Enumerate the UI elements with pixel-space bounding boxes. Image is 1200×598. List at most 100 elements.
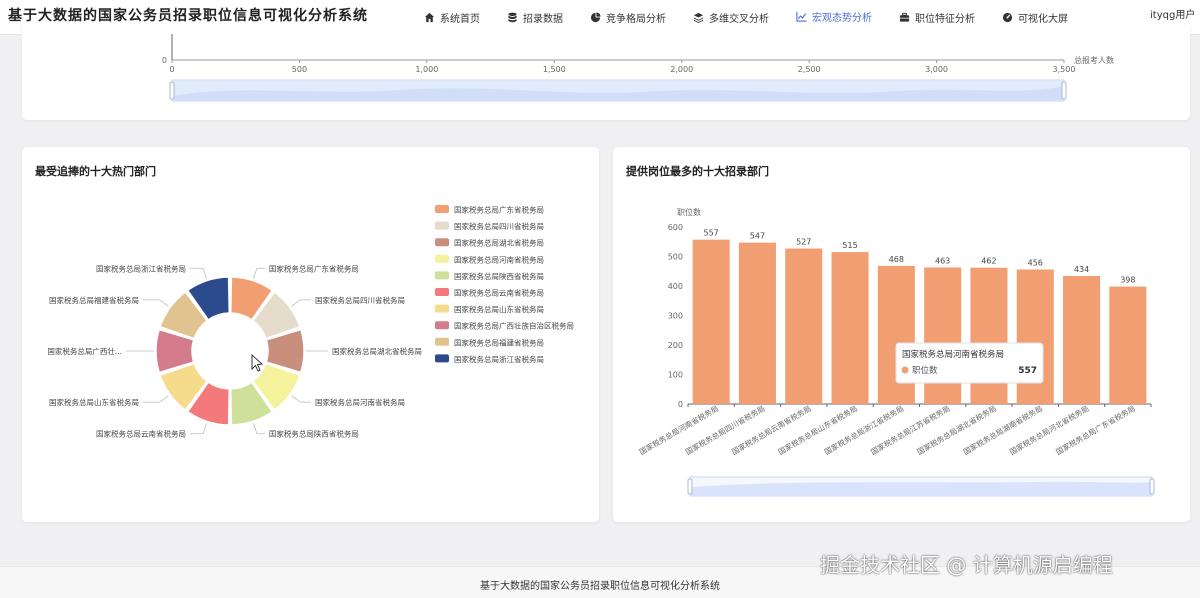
- legend-label: 国家税务总局四川省税务局: [454, 221, 544, 231]
- datazoom-slider[interactable]: [687, 476, 1155, 497]
- bar[interactable]: [785, 248, 823, 404]
- legend-item[interactable]: 国家税务总局浙江省税务局: [435, 354, 544, 364]
- legend-label: 国家税务总局河南省税务局: [454, 254, 544, 264]
- bar[interactable]: [1016, 269, 1054, 404]
- callout-label: 国家税务总局云南省税务局: [96, 429, 186, 439]
- legend-swatch: [435, 337, 449, 346]
- callout-label: 国家税务总局陕西省税务局: [269, 429, 359, 439]
- hot-departments-card: 最受追捧的十大热门部门 国家税务总局广东省税务局 国家税务总局四川省税务局 国家税务…: [22, 147, 599, 522]
- bar[interactable]: [738, 242, 776, 404]
- mouse-cursor-icon: [251, 353, 264, 372]
- y-tick-label: 100: [668, 371, 683, 380]
- y-tick-label: 0: [678, 400, 683, 409]
- legend-item[interactable]: 国家税务总局云南省税务局: [435, 288, 544, 298]
- legend-item[interactable]: 国家税务总局河南省税务局: [435, 254, 544, 264]
- bar-value-label: 527: [796, 238, 811, 247]
- x-tick-label: 国家税务总局广东省税务局: [1054, 403, 1137, 457]
- x-tick-label: 国家税务总局云南省税务局: [730, 403, 813, 457]
- top-recruiting-departments-bar-chart: 职位数 0 100 200 300 400 500 600 557 547 527 515 468 4…: [637, 207, 1155, 497]
- bar[interactable]: [970, 267, 1008, 404]
- x-tick-labels: 0 500 1,000 1,500 2,000 2,500 3,000 3,500: [169, 60, 1075, 74]
- x-tick-label: 500: [292, 65, 307, 74]
- x-tick-label: 国家税务总局湖北省税务局: [915, 403, 998, 457]
- nav-label: 招录数据: [523, 13, 563, 25]
- datazoom-left-handle[interactable]: [169, 81, 175, 100]
- callout-line: [291, 395, 311, 403]
- nav-label: 竞争格局分析: [606, 13, 666, 25]
- line-chart-icon: [796, 11, 807, 22]
- callout-label: 国家税务总局湖北省税务局: [332, 346, 422, 356]
- bar[interactable]: [831, 252, 869, 404]
- y-tick-label: 500: [668, 253, 683, 262]
- x-tick-label: 国家税务总局江苏省税务局: [869, 403, 952, 457]
- watermark: 掘金技术社区 @ 计算机源启编程: [820, 553, 1113, 577]
- tooltip: 国家税务总局河南省税务局 职位数 557: [895, 342, 1044, 384]
- bar-value-label: 468: [889, 255, 904, 264]
- y-axis-name: 职位数: [677, 207, 701, 217]
- datazoom-left-handle[interactable]: [687, 478, 693, 495]
- legend-swatch: [435, 321, 449, 330]
- y-tick-labels: 0 100 200 300 400 500 600: [668, 223, 683, 409]
- bar[interactable]: [1063, 275, 1101, 404]
- nav-label: 宏观态势分析: [812, 12, 872, 24]
- datazoom-right-handle[interactable]: [1149, 478, 1155, 495]
- x-tick-label: 3,000: [925, 65, 948, 74]
- x-tick-labels: 国家税务总局河南省税务局国家税务总局四川省税务局国家税务总局云南省税务局国家税务…: [637, 403, 1152, 457]
- callout-line: [291, 299, 311, 307]
- bar[interactable]: [1109, 286, 1147, 404]
- tooltip-series-name: 职位数: [912, 365, 938, 376]
- legend-swatch: [435, 221, 449, 230]
- legend-swatch: [435, 205, 449, 213]
- tooltip-value: 557: [1018, 366, 1037, 376]
- legend-label: 国家税务总局福建省税务局: [454, 337, 544, 347]
- nav-label: 系统首页: [440, 13, 480, 25]
- callout-label: 国家税务总局广西壮...: [47, 346, 122, 356]
- legend-label: 国家税务总局浙江省税务局: [454, 354, 544, 364]
- pie-chart-icon: [590, 11, 601, 23]
- briefcase-icon: [899, 12, 910, 23]
- datazoom-slider[interactable]: [169, 79, 1067, 102]
- layers-icon: [693, 12, 704, 23]
- dashboard-icon: [1002, 12, 1013, 23]
- legend-label: 国家税务总局广东省税务局: [454, 205, 544, 215]
- legend-item[interactable]: 国家税务总局山东省税务局: [435, 304, 544, 314]
- legend-item[interactable]: 国家税务总局湖北省税务局: [435, 238, 544, 248]
- callout-label: 国家税务总局浙江省税务局: [96, 263, 186, 273]
- datazoom-right-handle[interactable]: [1061, 81, 1067, 100]
- callout-label: 国家税务总局河南省税务局: [315, 397, 405, 407]
- callout-label: 国家税务总局四川省税务局: [315, 295, 405, 305]
- legend-swatch: [435, 304, 449, 313]
- bar-value-label: 515: [842, 241, 857, 250]
- callout-line: [143, 299, 169, 307]
- legend-label: 国家税务总局陕西省税务局: [454, 271, 544, 281]
- legend-item[interactable]: 国家税务总局四川省税务局: [435, 221, 544, 231]
- nav-label: 职位特征分析: [915, 13, 975, 25]
- legend-swatch: [435, 288, 449, 296]
- bar-value-label: 462: [981, 257, 996, 266]
- callout-label: 国家税务总局福建省税务局: [49, 295, 139, 305]
- legend-item[interactable]: 国家税务总局广西壮族自治区税务局: [435, 321, 574, 331]
- callout-label: 国家税务总局山东省税务局: [49, 397, 139, 407]
- legend-item[interactable]: 国家税务总局福建省税务局: [435, 337, 544, 347]
- x-tick-label: 国家税务总局浙江省税务局: [822, 403, 905, 457]
- x-tick-label: 2,000: [670, 65, 693, 74]
- x-tick-label: 国家税务总局河南省税务局: [637, 403, 720, 457]
- nav-label: 多维交叉分析: [709, 13, 769, 25]
- hot-departments-rose-chart: 国家税务总局广东省税务局国家税务总局四川省税务局国家税务总局湖北省税务局国家税务…: [47, 205, 574, 439]
- callout-line: [253, 267, 265, 279]
- legend-item[interactable]: 国家税务总局陕西省税务局: [435, 271, 544, 281]
- home-icon: [424, 12, 435, 23]
- y-tick-label: 0: [162, 56, 167, 65]
- legend-label: 国家税务总局云南省税务局: [454, 288, 544, 298]
- x-tick-label: 0: [169, 65, 174, 74]
- x-tick-label: 1,000: [415, 65, 438, 74]
- nav-label: 可视化大屏: [1018, 13, 1068, 25]
- bar[interactable]: [924, 267, 962, 404]
- bar-value-label: 463: [935, 256, 950, 265]
- tooltip-series-marker: [901, 366, 909, 374]
- bar[interactable]: [692, 239, 730, 404]
- callout-line: [253, 423, 265, 435]
- x-tick-label: 国家税务总局湖南省税务局: [961, 403, 1044, 457]
- total-applicants-chart-card: 0 0 500 1,000 1,500 2,000 2,500 3,000 3,500 总报考…: [22, 26, 1190, 120]
- legend-item[interactable]: 国家税务总局广东省税务局: [435, 205, 544, 215]
